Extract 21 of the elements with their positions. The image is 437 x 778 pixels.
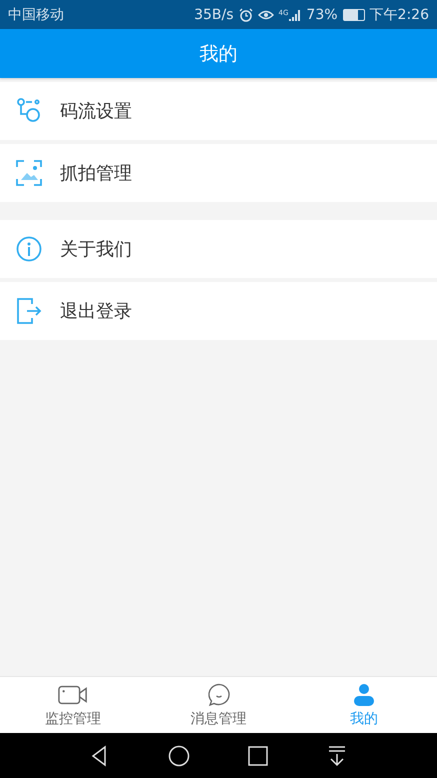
exit-icon — [16, 298, 42, 324]
nodes-icon — [16, 98, 42, 124]
image-icon — [16, 160, 42, 186]
menu-item[interactable]: 关于我们 — [0, 220, 437, 278]
network-speed: 35B/s — [194, 6, 234, 22]
tab[interactable]: 监控管理 — [0, 677, 146, 733]
tab[interactable]: 消息管理 — [146, 677, 292, 733]
battery-percent: 73% — [306, 6, 338, 22]
carrier-name: 中国移动 — [8, 6, 64, 24]
recents-icon[interactable] — [247, 744, 270, 766]
battery-icon — [342, 8, 365, 20]
signal-icon — [289, 8, 302, 20]
info-icon — [16, 236, 42, 262]
menu-item[interactable]: 抓拍管理 — [0, 144, 437, 202]
page-title: 我的 — [200, 42, 238, 66]
menu-item[interactable]: 码流设置 — [0, 82, 437, 140]
eye-icon — [258, 8, 274, 20]
home-icon[interactable] — [168, 744, 190, 766]
alarm-clock-icon — [238, 8, 253, 22]
clock-time: 下午2:26 — [370, 6, 429, 24]
menu-item[interactable]: 退出登录 — [0, 282, 437, 340]
